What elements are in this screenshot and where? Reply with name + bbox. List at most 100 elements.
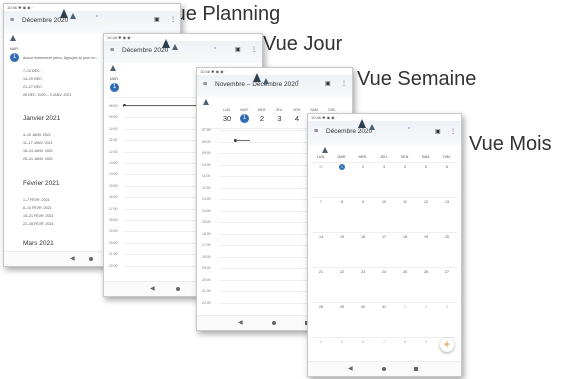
month-day-cell[interactable]: 3 — [438, 305, 456, 309]
month-day-cell[interactable]: 8 — [333, 200, 351, 204]
day-number[interactable]: 3 — [274, 114, 286, 123]
month-day-cell[interactable]: 20 — [438, 235, 456, 239]
week-range[interactable]: 28 DÉC. 2020 – 3 JANV. 2021 — [23, 93, 71, 97]
month-day-cell[interactable]: 25 — [396, 270, 414, 274]
more-options-icon[interactable]: ⋮ — [341, 80, 347, 87]
menu-icon[interactable]: ≡ — [10, 17, 14, 24]
month-title[interactable]: Décembre 2020 — [326, 128, 372, 135]
month-day-cell[interactable]: 1 — [333, 165, 351, 169]
month-day-cell[interactable]: 7 — [312, 200, 330, 204]
weekday-label: MAR. — [337, 155, 347, 159]
today-date-badge[interactable]: 1 — [10, 53, 19, 62]
month-day-cell[interactable]: 4 — [396, 165, 414, 169]
tree-decoration — [358, 119, 366, 128]
back-icon[interactable]: ◀ — [348, 365, 353, 372]
month-day-cell[interactable]: 21 — [312, 270, 330, 274]
weekday-label: LUN. — [223, 108, 231, 112]
home-icon[interactable] — [382, 367, 386, 371]
month-day-cell[interactable]: 31 — [375, 305, 393, 309]
hour-label: 12:00 — [109, 149, 118, 154]
menu-icon[interactable]: ≡ — [203, 81, 207, 88]
month-title[interactable]: Novembre – Décembre 2020 — [215, 81, 298, 88]
month-day-cell[interactable]: 4 — [312, 340, 330, 344]
week-range[interactable]: 15–21 FÉVR. 2021 — [23, 214, 54, 218]
more-options-icon[interactable]: ⋮ — [170, 16, 176, 23]
week-row-divider — [312, 197, 457, 198]
week-range[interactable]: 14–20 DÉC. — [23, 77, 43, 81]
month-day-cell[interactable]: 10 — [375, 200, 393, 204]
home-icon[interactable] — [272, 321, 276, 325]
month-title[interactable]: Décembre 2020 — [122, 47, 168, 54]
menu-icon[interactable]: ≡ — [314, 128, 318, 135]
week-range[interactable]: 18–24 JANV. 2021 — [23, 149, 53, 153]
month-day-cell[interactable]: 24 — [375, 270, 393, 274]
hour-label: 14:00 — [202, 208, 211, 213]
month-day-cell[interactable]: 28 — [312, 305, 330, 309]
month-day-cell[interactable]: 26 — [417, 270, 435, 274]
month-day-cell[interactable]: 16 — [354, 235, 372, 239]
month-day-cell[interactable]: 12 — [417, 200, 435, 204]
month-day-cell[interactable]: 9 — [417, 340, 435, 344]
recents-icon[interactable] — [414, 367, 418, 371]
tree-decoration — [162, 39, 170, 48]
status-bar: 10:46 ✱ ◉ ◉ · — [107, 35, 134, 40]
month-day-cell[interactable]: 5 — [417, 165, 435, 169]
add-event-button[interactable]: + — [440, 338, 454, 352]
month-day-cell[interactable]: 29 — [333, 305, 351, 309]
week-range[interactable]: 22–28 FÉVR. 2021 — [23, 222, 54, 226]
back-icon[interactable]: ◀ — [238, 319, 243, 326]
month-day-cell[interactable]: 6 — [438, 165, 456, 169]
month-day-cell[interactable]: 30 — [312, 165, 330, 169]
today-date-badge[interactable]: 1 — [240, 114, 249, 123]
week-range[interactable]: 7–13 DÉC. — [23, 69, 41, 73]
month-day-cell[interactable]: 14 — [312, 235, 330, 239]
calendar-today-icon[interactable]: ▣ — [235, 46, 241, 53]
back-icon[interactable]: ◀ — [150, 285, 155, 292]
back-icon[interactable]: ◀ — [70, 255, 75, 262]
menu-icon[interactable]: ≡ — [110, 47, 114, 54]
month-day-cell[interactable]: 22 — [333, 270, 351, 274]
month-day-cell[interactable]: 5 — [333, 340, 351, 344]
more-options-icon[interactable]: ⋮ — [251, 46, 257, 53]
calendar-today-icon[interactable]: ▣ — [435, 128, 441, 135]
month-day-cell[interactable]: 23 — [354, 270, 372, 274]
week-range[interactable]: 21–27 DÉC. — [23, 85, 43, 89]
month-day-cell[interactable]: 9 — [354, 200, 372, 204]
month-day-cell[interactable]: 17 — [375, 235, 393, 239]
month-day-cell[interactable]: 19 — [417, 235, 435, 239]
caption-vue-semaine: Vue Semaine — [357, 68, 477, 90]
week-range[interactable]: 8–14 FÉVR. 2021 — [23, 206, 52, 210]
no-event-message[interactable]: Aucun événement prévu. Appuyez ici pour … — [23, 56, 98, 60]
month-day-cell[interactable]: 18 — [396, 235, 414, 239]
more-options-icon[interactable]: ⋮ — [450, 128, 456, 135]
month-day-cell[interactable]: 3 — [375, 165, 393, 169]
month-day-cell[interactable]: 13 — [438, 200, 456, 204]
week-range[interactable]: 25–31 JANV. 2021 — [23, 157, 53, 161]
hour-label: 07:00 — [202, 128, 211, 132]
today-date-badge[interactable]: 1 — [110, 83, 119, 92]
month-day-cell[interactable]: 30 — [354, 305, 372, 309]
month-day-cell[interactable]: 1 — [396, 305, 414, 309]
weekday-label: SAM. — [421, 155, 431, 159]
day-number[interactable]: 4 — [291, 114, 303, 123]
month-day-cell[interactable]: 6 — [354, 340, 372, 344]
week-range[interactable]: 1–7 FÉVR. 2021 — [23, 198, 50, 202]
day-number[interactable]: 2 — [256, 114, 268, 123]
month-day-cell[interactable]: 27 — [438, 270, 456, 274]
month-day-cell[interactable]: 2 — [417, 305, 435, 309]
month-day-cell[interactable]: 7 — [375, 340, 393, 344]
home-icon[interactable] — [89, 257, 93, 261]
calendar-today-icon[interactable]: ▣ — [154, 16, 160, 23]
month-day-cell[interactable]: 15 — [333, 235, 351, 239]
week-range[interactable]: 4–10 JANV. 2021 — [23, 133, 51, 137]
month-day-cell[interactable]: 8 — [396, 340, 414, 344]
weekday-label: LUN. — [316, 155, 326, 159]
month-day-cell[interactable]: 11 — [396, 200, 414, 204]
week-range[interactable]: 11–17 JANV. 2021 — [23, 141, 53, 145]
calendar-today-icon[interactable]: ▣ — [325, 80, 331, 87]
month-day-cell[interactable]: 2 — [354, 165, 372, 169]
hour-label: 10:00 — [109, 126, 118, 131]
month-title[interactable]: Décembre 2020 — [22, 17, 68, 24]
day-number[interactable]: 30 — [221, 114, 233, 123]
home-icon[interactable] — [176, 287, 180, 291]
